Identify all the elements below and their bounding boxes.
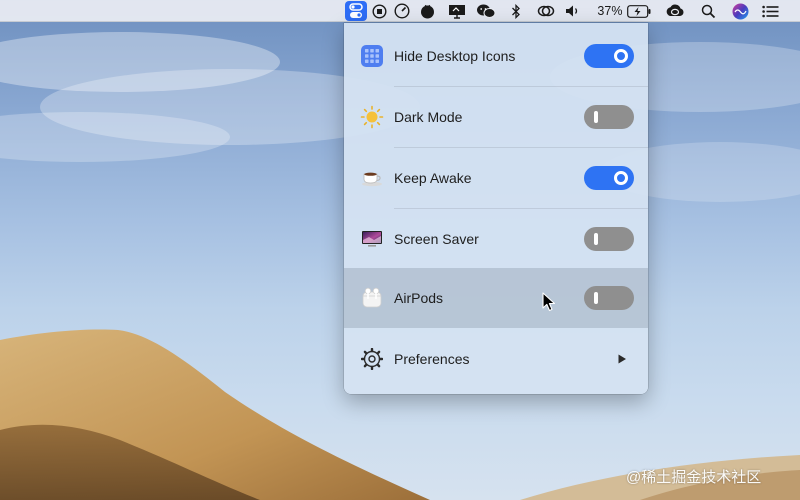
- gear-icon: [360, 347, 384, 371]
- coffee-cup-icon: [360, 166, 384, 190]
- volume-icon[interactable]: [564, 0, 582, 22]
- menu-item-keep-awake[interactable]: Keep Awake: [344, 148, 648, 208]
- gauge-icon[interactable]: [392, 0, 412, 22]
- wechat-icon[interactable]: [475, 0, 497, 22]
- control-dropdown-panel: Hide Desktop Icons Dark Mode Keep Awake …: [344, 23, 648, 394]
- menu-item-label: Keep Awake: [394, 170, 472, 186]
- display-icon[interactable]: [446, 0, 468, 22]
- battery-icon[interactable]: [626, 0, 652, 22]
- hide-desktop-icons-toggle[interactable]: [584, 44, 634, 68]
- siri-icon[interactable]: [730, 0, 750, 22]
- menu-item-dark-mode[interactable]: Dark Mode: [344, 87, 648, 147]
- menu-item-label: Hide Desktop Icons: [394, 48, 516, 64]
- grid-icon: [360, 44, 384, 68]
- control-switch-icon[interactable]: [345, 1, 367, 21]
- creative-cloud-icon[interactable]: [663, 0, 687, 22]
- bluetooth-icon[interactable]: [508, 0, 524, 22]
- airpods-toggle[interactable]: [584, 286, 634, 310]
- menu-item-label: AirPods: [394, 290, 444, 306]
- menu-bar: 37%: [0, 0, 800, 22]
- battery-percent: 37%: [597, 4, 623, 18]
- dark-mode-toggle[interactable]: [584, 105, 634, 129]
- menu-item-label: Preferences: [394, 351, 470, 367]
- search-icon[interactable]: [699, 0, 717, 22]
- tomato-icon[interactable]: [417, 0, 437, 22]
- mouse-cursor-icon: [542, 292, 556, 312]
- sun-icon: [360, 105, 384, 129]
- link-icon[interactable]: [535, 0, 557, 22]
- screen-saver-toggle[interactable]: [584, 227, 634, 251]
- airpods-icon: [360, 286, 384, 310]
- list-icon[interactable]: [760, 0, 780, 22]
- keep-awake-toggle[interactable]: [584, 166, 634, 190]
- watermark: @稀土掘金技术社区: [626, 469, 762, 486]
- menu-item-hide-desktop-icons[interactable]: Hide Desktop Icons: [344, 26, 648, 86]
- menu-item-airpods[interactable]: AirPods: [344, 268, 648, 328]
- menu-item-preferences[interactable]: Preferences: [344, 329, 648, 389]
- submenu-arrow-icon: [616, 353, 628, 365]
- menu-item-label: Dark Mode: [394, 109, 463, 125]
- screen-saver-icon: [360, 227, 384, 251]
- record-icon[interactable]: [370, 0, 388, 22]
- menu-item-label: Screen Saver: [394, 231, 479, 247]
- menu-item-screen-saver[interactable]: Screen Saver: [344, 209, 648, 269]
